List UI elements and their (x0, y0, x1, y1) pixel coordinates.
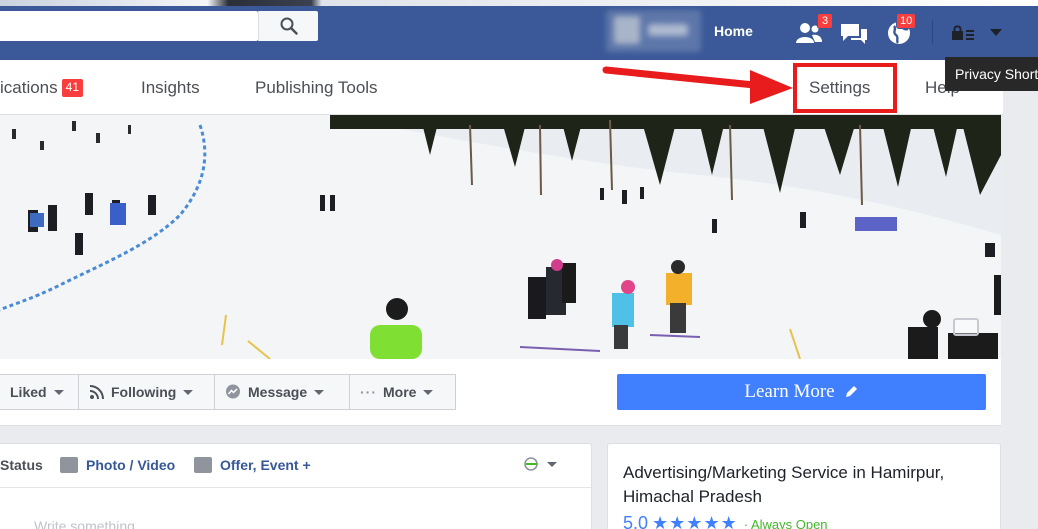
dropdown-icon (990, 29, 1002, 36)
notifications-badge: 10 (896, 13, 917, 29)
rating-value: 5.0 (623, 513, 649, 529)
tab-notifications-label: ications (0, 78, 58, 97)
page-rating[interactable]: 5.0 ★★★★★ · Always Open (623, 513, 828, 529)
avatar (614, 16, 640, 44)
learn-more-button[interactable]: Learn More (617, 374, 986, 410)
account-menu-button[interactable] (984, 18, 1008, 48)
chevron-down-icon (53, 389, 64, 395)
messages-icon (841, 24, 867, 44)
rss-icon (89, 385, 104, 400)
message-button[interactable]: Message (214, 374, 350, 410)
chevron-down-icon (314, 389, 325, 395)
photo-video-label: Photo / Video (86, 457, 176, 473)
following-button[interactable]: Following (78, 374, 215, 410)
page-category: Advertising/Marketing Service in Hamirpu… (623, 463, 945, 506)
annotation-arrow-icon (602, 66, 793, 104)
ellipsis-icon: ··· (360, 384, 377, 400)
search-button[interactable] (258, 11, 318, 41)
chevron-down-icon (547, 461, 557, 467)
composer-tab-status[interactable]: Status (0, 457, 43, 473)
camera-icon[interactable] (953, 318, 979, 336)
camera-icon (60, 457, 78, 473)
tab-publishing-tools[interactable]: Publishing Tools (255, 78, 378, 98)
offer-event-label: Offer, Event + (220, 457, 311, 473)
chevron-down-icon (183, 389, 194, 395)
profile-name-blurred (648, 24, 688, 36)
composer-input[interactable]: Write something... (34, 518, 147, 529)
notifications-count-badge: 41 (61, 79, 83, 97)
cover-photo[interactable] (0, 115, 1001, 359)
composer-tab-offer-event[interactable]: Offer, Event + (194, 457, 311, 473)
following-label: Following (111, 384, 177, 400)
search-input[interactable] (0, 11, 258, 41)
message-label: Message (248, 384, 308, 400)
privacy-shortcuts-button[interactable] (948, 18, 978, 48)
tab-insights[interactable]: Insights (141, 78, 200, 98)
friend-requests-button[interactable]: 3 (792, 13, 833, 48)
profile-link-blurred[interactable] (606, 10, 701, 52)
privacy-lock-icon (952, 25, 974, 40)
composer-tabs: Status Photo / Video Offer, Event + (0, 444, 591, 488)
more-button[interactable]: ··· More (349, 374, 456, 410)
privacy-tooltip: Privacy Shortcuts (945, 57, 1038, 91)
messages-button[interactable] (837, 18, 871, 48)
cover-photo-image (0, 115, 1001, 359)
liked-button[interactable]: Liked (0, 374, 79, 410)
rating-stars-icon: ★★★★★ (652, 513, 738, 529)
tab-notifications[interactable]: ications 41 (0, 78, 83, 98)
learn-more-label: Learn More (744, 381, 835, 402)
friend-requests-badge: 3 (817, 13, 833, 29)
messenger-icon (226, 384, 240, 399)
settings-highlight-box (793, 63, 897, 113)
more-label: More (383, 384, 417, 400)
home-link[interactable]: Home (714, 23, 753, 39)
nav-divider (932, 20, 933, 44)
liked-label: Liked (10, 384, 47, 400)
chevron-down-icon (423, 389, 434, 395)
globe-icon (524, 457, 538, 471)
notifications-button[interactable]: 10 (882, 13, 917, 48)
pencil-icon (845, 386, 857, 397)
about-card: Advertising/Marketing Service in Hamirpu… (607, 443, 1001, 529)
search-icon (280, 17, 298, 35)
post-composer: Status Photo / Video Offer, Event + Writ… (0, 443, 592, 529)
hours-status: · Always Open (743, 517, 828, 529)
composer-tab-photo-video[interactable]: Photo / Video (60, 457, 175, 473)
event-icon (194, 457, 212, 473)
composer-audience-selector[interactable] (524, 457, 557, 471)
